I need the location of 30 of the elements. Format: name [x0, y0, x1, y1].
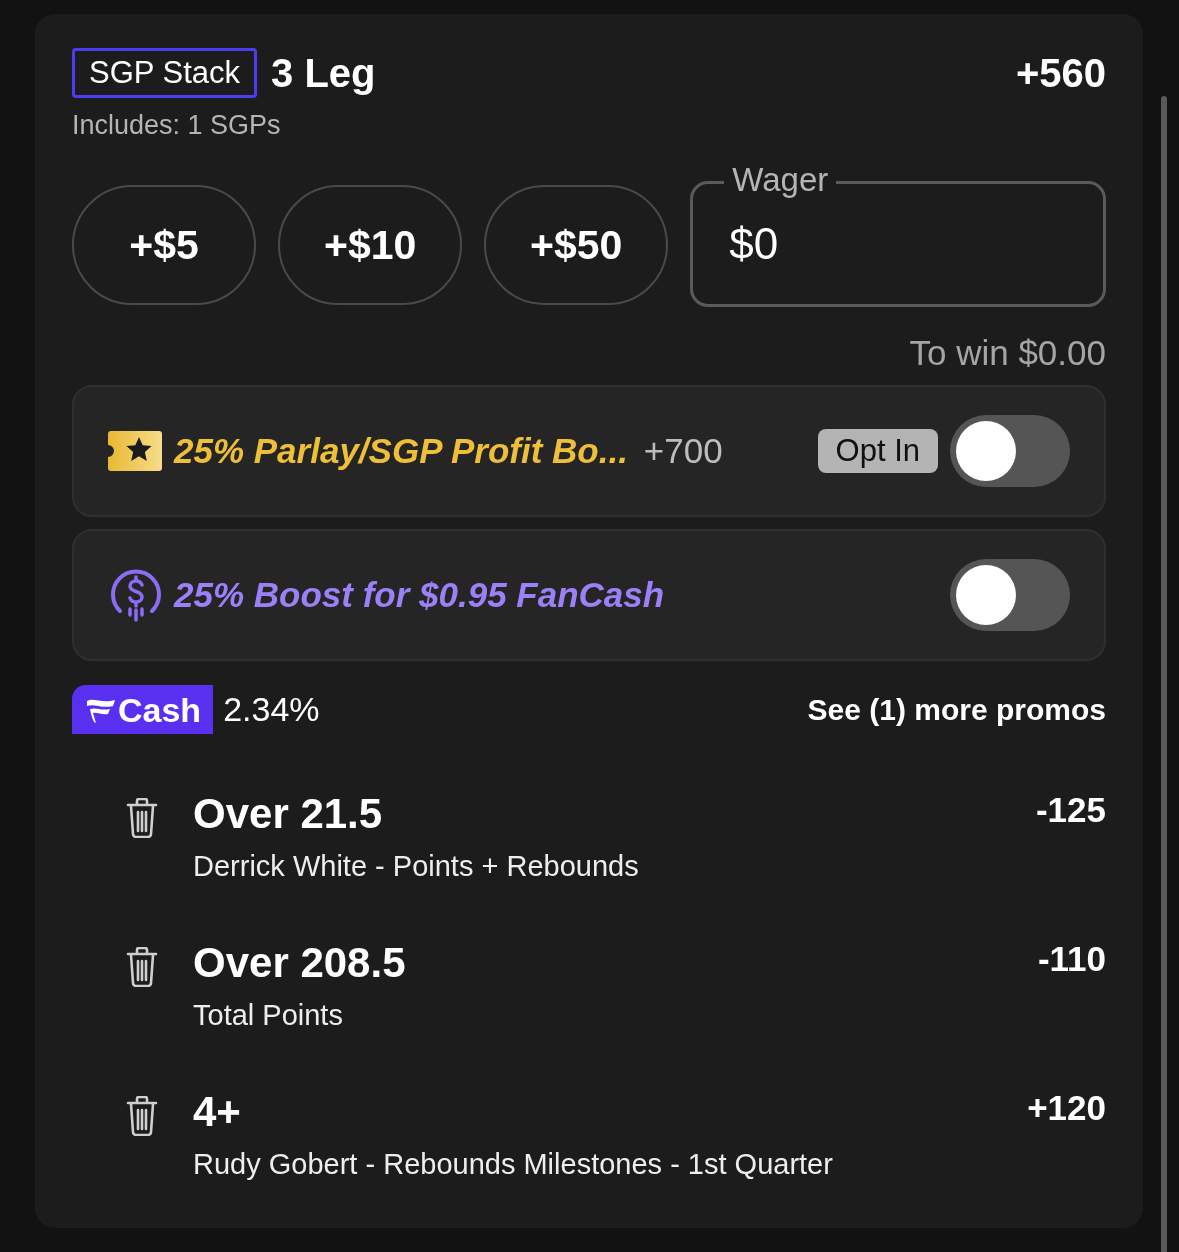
star-ticket-icon [108, 431, 162, 471]
trash-icon[interactable] [126, 1096, 158, 1136]
leg-odds: -110 [1037, 939, 1106, 979]
fancash-rate: 2.34% [223, 690, 320, 729]
trash-icon[interactable] [126, 947, 158, 987]
trash-icon[interactable] [126, 798, 158, 838]
fancash-logo: Cash [72, 685, 214, 734]
leg-market: Total Points [193, 999, 344, 1032]
leg-selection: Over 208.5 [193, 939, 407, 987]
leg-market: Rudy Gobert - Rebounds Milestones - 1st Quarter [193, 1148, 834, 1181]
promo-label: 25% Boost for $0.95 FanCash [174, 575, 665, 615]
promo-label: 25% Parlay/SGP Profit Bo... [174, 431, 628, 471]
stake-button[interactable]: +$10 [278, 185, 463, 305]
leg-odds: -125 [1035, 790, 1106, 830]
includes-text: Includes: 1 SGPs [72, 110, 282, 141]
to-win-text: To win $0.00 [909, 333, 1106, 373]
total-odds: +560 [1015, 50, 1106, 96]
wager-field[interactable]: Wager $0 [690, 161, 1106, 307]
more-promos-link[interactable]: See (1) more promos [807, 692, 1106, 727]
stake-button[interactable]: +$50 [484, 185, 669, 305]
stake-button[interactable]: +$5 [72, 185, 257, 305]
leg-market: Derrick White - Points + Rebounds [193, 850, 640, 883]
boosted-odds: +700 [643, 431, 723, 471]
leg-odds: +120 [1027, 1088, 1106, 1128]
leg-selection: 4+ [193, 1088, 242, 1136]
sgp-stack-badge: SGP Stack [72, 48, 258, 98]
opt-in-badge: Opt In [817, 429, 938, 473]
leg-selection: Over 21.5 [193, 790, 384, 838]
leg-count-title: 3 Leg [271, 50, 376, 96]
dollar-coin-icon [108, 567, 164, 623]
